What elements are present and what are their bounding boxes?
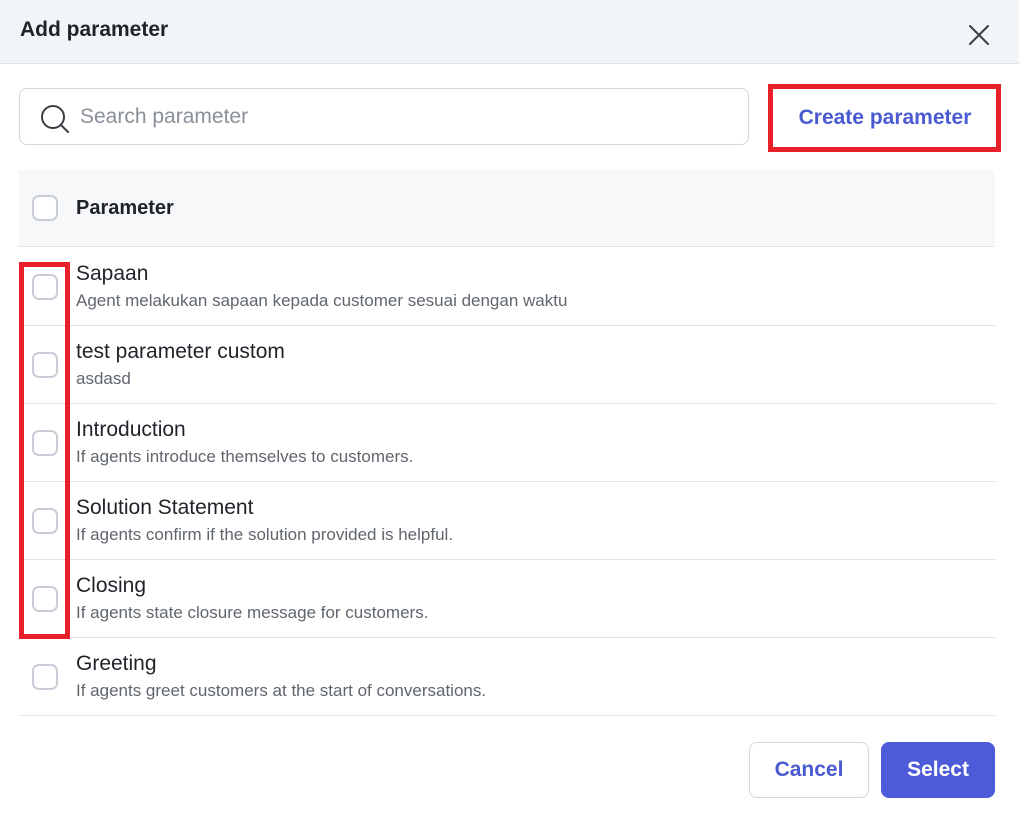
select-button[interactable]: Select <box>881 742 995 798</box>
modal-title: Add parameter <box>20 18 169 41</box>
close-icon <box>969 25 989 45</box>
close-button[interactable] <box>962 18 996 52</box>
parameter-description: If agents state closure message for cust… <box>76 603 429 622</box>
column-header-parameter: Parameter <box>76 197 174 219</box>
table-header: Parameter <box>19 170 995 247</box>
list-item[interactable]: Sapaan Agent melakukan sapaan kepada cus… <box>19 248 995 326</box>
search-input[interactable] <box>80 97 730 137</box>
row-checkbox[interactable] <box>32 430 58 456</box>
row-checkbox[interactable] <box>32 586 58 612</box>
parameter-description: Agent melakukan sapaan kepada customer s… <box>76 291 568 310</box>
parameter-title: Greeting <box>76 652 157 675</box>
list-item[interactable]: Greeting If agents greet customers at th… <box>19 638 995 716</box>
select-all-checkbox[interactable] <box>32 195 58 221</box>
parameter-title: Introduction <box>76 418 186 441</box>
list-item[interactable]: test parameter custom asdasd <box>19 326 995 404</box>
parameter-description: If agents confirm if the solution provid… <box>76 525 454 544</box>
create-parameter-button[interactable]: Create parameter <box>771 87 999 149</box>
parameter-description: If agents introduce themselves to custom… <box>76 447 414 466</box>
parameter-description: asdasd <box>76 369 131 388</box>
list-item[interactable]: Solution Statement If agents confirm if … <box>19 482 995 560</box>
row-checkbox[interactable] <box>32 508 58 534</box>
search-box[interactable] <box>19 88 749 145</box>
parameter-title: Sapaan <box>76 262 149 285</box>
row-checkbox[interactable] <box>32 352 58 378</box>
parameter-description: If agents greet customers at the start o… <box>76 681 487 700</box>
list-item[interactable]: Closing If agents state closure message … <box>19 560 995 638</box>
list-item[interactable]: Introduction If agents introduce themsel… <box>19 404 995 482</box>
parameter-title: Closing <box>76 574 147 597</box>
parameter-title: Solution Statement <box>76 496 254 519</box>
search-icon <box>41 105 69 133</box>
row-checkbox[interactable] <box>32 274 58 300</box>
cancel-button[interactable]: Cancel <box>749 742 869 798</box>
row-checkbox[interactable] <box>32 664 58 690</box>
modal-header: Add parameter <box>0 0 1019 64</box>
parameter-title: test parameter custom <box>76 340 285 363</box>
